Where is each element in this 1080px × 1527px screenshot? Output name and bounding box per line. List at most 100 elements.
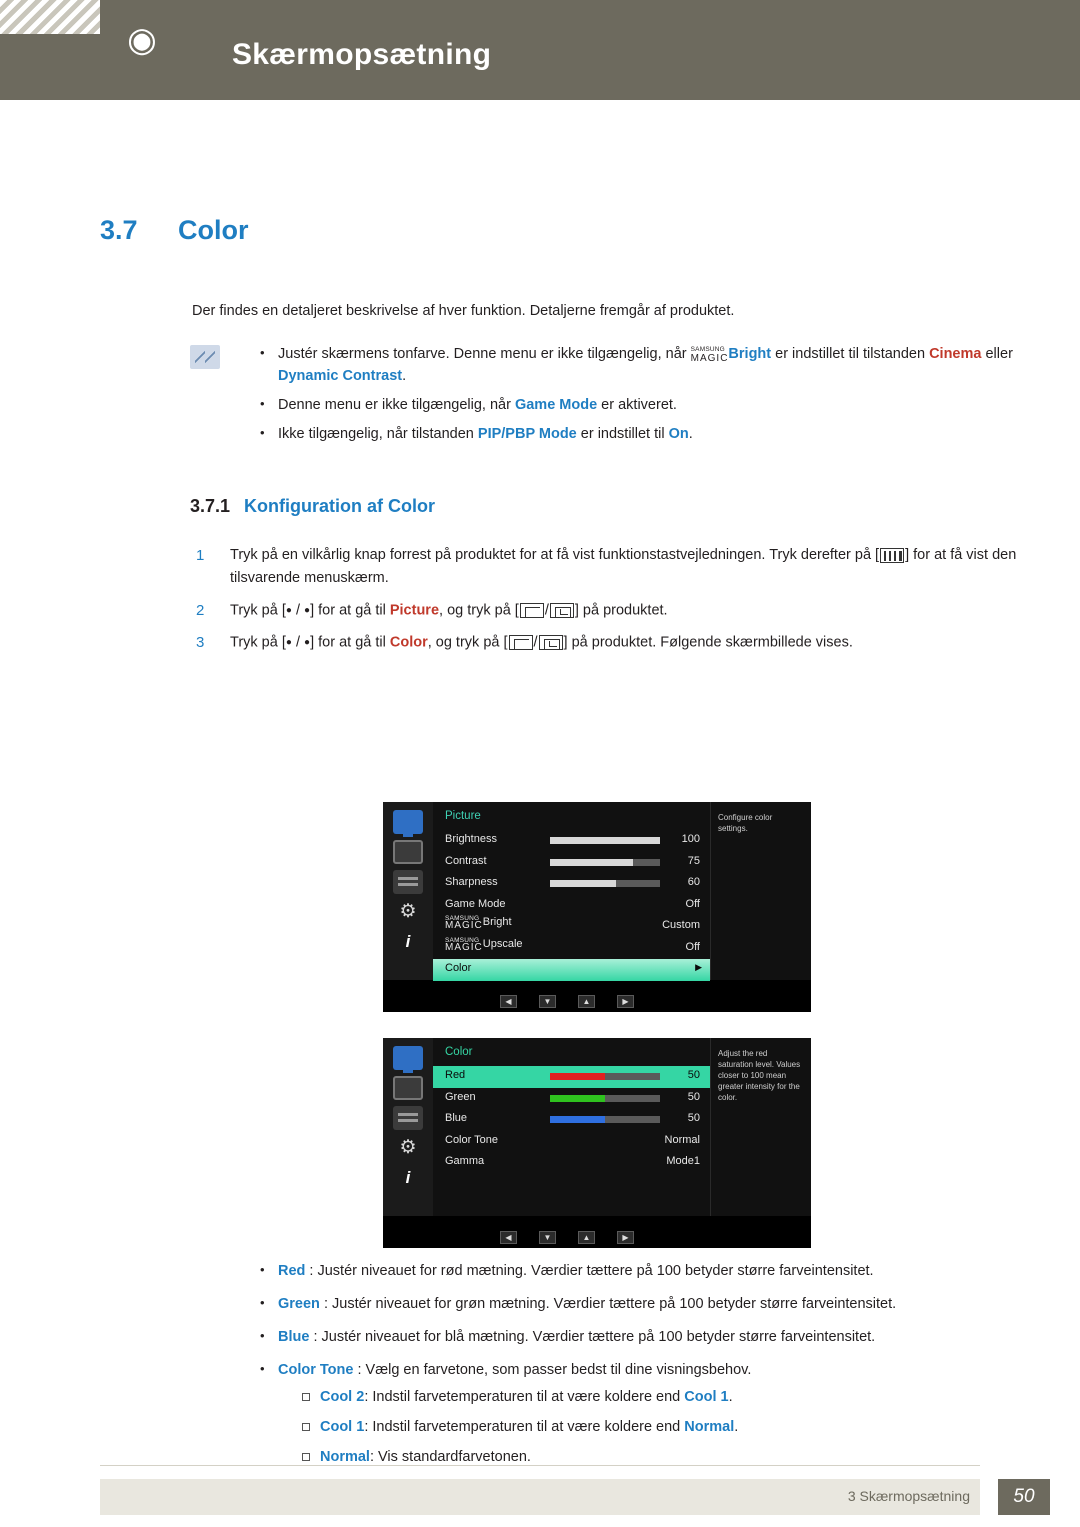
magic-label: MAGIC	[445, 941, 483, 953]
osd-label-text: Upscale	[482, 937, 523, 950]
osd-nav-down[interactable]: ▼	[539, 994, 556, 1008]
osd-value: Normal	[664, 1133, 700, 1146]
osd-row-brightness[interactable]: Brightness 100	[433, 830, 710, 852]
steps-list: Tryk på en vilkårlig knap forrest på pro…	[190, 544, 1020, 664]
osd-picture-icon[interactable]	[393, 1046, 423, 1073]
osd-help-text: Configure color settings.	[710, 802, 811, 980]
osd-system-gear-icon[interactable]: ⚙	[393, 900, 423, 924]
osd-bar[interactable]	[550, 1073, 660, 1080]
osd-information-icon[interactable]: i	[393, 930, 423, 954]
back-key-icon	[519, 603, 544, 618]
osd-bar[interactable]	[550, 837, 660, 844]
step-text-c: , og tryk på [	[427, 634, 508, 651]
note-item: Justér skærmens tonfarve. Denne menu er …	[236, 342, 1036, 387]
description-item-green: Green : Justér niveauet for grøn mætning…	[236, 1292, 1036, 1315]
samsung-superscript: SAMSUNG	[690, 345, 725, 353]
osd-label: Blue	[445, 1112, 468, 1124]
description-text: : Justér niveauet for rød mætning. Værdi…	[305, 1263, 874, 1279]
keyword-picture: Picture	[389, 602, 440, 619]
osd-nav-left[interactable]: ◀	[500, 994, 517, 1008]
step-text-b: ] for at gå til	[310, 602, 390, 619]
osd-bar[interactable]	[550, 1116, 660, 1123]
osd-onscreen-display-icon[interactable]	[393, 870, 423, 894]
osd-label: Contrast	[445, 854, 487, 867]
osd-label: Sharpness	[445, 876, 498, 888]
osd-pip-icon[interactable]	[393, 1076, 423, 1100]
osd-color-menu: Color Red 50 Green 50 Blue 50 Color Tone…	[433, 1038, 710, 1216]
note-text-pre: Denne menu er ikke tilgængelig, når	[278, 397, 515, 413]
osd-row-color-tone[interactable]: Color Tone Normal	[433, 1131, 710, 1153]
option-keyword: Cool 2	[320, 1389, 365, 1405]
note-item: Denne menu er ikke tilgængelig, når Game…	[236, 393, 1036, 416]
osd-row-magicupscale[interactable]: SAMSUNG MAGIC Upscale Off	[433, 937, 710, 960]
keyword-cinema: Cinema	[929, 346, 982, 362]
osd-row-contrast[interactable]: Contrast 75	[433, 852, 710, 874]
subsection-number: 3.7.1	[190, 496, 231, 516]
note-text-end: .	[402, 368, 407, 384]
enter-key-icon	[538, 635, 563, 651]
subsection-heading: 3.7.1 Konfiguration af Color	[190, 496, 435, 517]
note-text-mid: er indstillet til tilstanden	[771, 346, 930, 362]
osd-row-color-selected[interactable]: Color ▶	[433, 959, 710, 981]
osd-nav-right[interactable]: ▶	[617, 994, 634, 1008]
monitor-icon: ◉	[127, 21, 157, 59]
dot-key-icon: ●	[285, 605, 292, 616]
osd-nav-left[interactable]: ◀	[500, 1230, 517, 1244]
osd-bar[interactable]	[550, 858, 660, 866]
osd-bar[interactable]	[550, 1094, 660, 1102]
osd-value: 50	[687, 1112, 700, 1124]
enter-key-icon	[549, 603, 574, 618]
osd-row-blue[interactable]: Blue 50	[433, 1109, 710, 1131]
osd-value: 75	[687, 854, 700, 867]
description-item-blue: Blue : Justér niveauet for blå mætning. …	[236, 1325, 1036, 1348]
osd-label: Green	[445, 1090, 476, 1103]
osd-value: Off	[685, 940, 700, 953]
osd-row-magicbright[interactable]: SAMSUNG MAGIC Bright Custom	[433, 915, 710, 938]
osd-system-gear-icon[interactable]: ⚙	[393, 1136, 423, 1160]
osd-nav-up[interactable]: ▲	[578, 1230, 595, 1244]
keyword-green: Green	[278, 1296, 320, 1312]
notes-block: Justér skærmens tonfarve. Denne menu er …	[236, 342, 1036, 452]
keyword-on: On	[668, 426, 689, 442]
description-text: : Vælg en farvetone, som passer bedst ti…	[353, 1362, 752, 1378]
osd-row-red[interactable]: Red 50	[433, 1066, 710, 1088]
section-title: Color	[178, 215, 249, 245]
osd-row-green[interactable]: Green 50	[433, 1088, 710, 1110]
note-text-pre: Justér skærmens tonfarve. Denne menu er …	[278, 346, 691, 362]
keyword-dynamic-contrast: Dynamic Contrast	[278, 368, 403, 384]
osd-label: Gamma	[445, 1155, 485, 1167]
section-heading: 3.7 Color	[100, 215, 900, 246]
osd-label: Brightness	[445, 833, 497, 845]
magic-label: MAGIC	[690, 352, 729, 364]
keyword-blue: Blue	[278, 1329, 310, 1345]
osd-sidebar: ⚙ i	[383, 802, 433, 980]
osd-row-sharpness[interactable]: Sharpness 60	[433, 873, 710, 895]
osd-information-icon[interactable]: i	[393, 1166, 423, 1190]
osd-navigation-bar: ◀ ▼ ▲ ▶	[383, 990, 811, 1012]
note-text-pre: Ikke tilgængelig, når tilstanden	[278, 426, 478, 442]
option-keyword: Cool 1	[320, 1419, 365, 1435]
back-key-icon	[508, 635, 533, 651]
step-text-d: ] på produktet. Følgende skærmbillede vi…	[563, 634, 853, 651]
footer-divider	[100, 1465, 980, 1466]
osd-nav-down[interactable]: ▼	[539, 1230, 556, 1244]
osd-row-gamma[interactable]: Gamma Mode1	[433, 1152, 710, 1174]
osd-onscreen-display-icon[interactable]	[393, 1106, 423, 1130]
osd-row-game-mode[interactable]: Game Mode Off	[433, 895, 710, 917]
osd-label: Game Mode	[445, 897, 506, 910]
note-text-mid2: eller	[981, 346, 1013, 362]
osd-nav-up[interactable]: ▲	[578, 994, 595, 1008]
page-footer: 3 Skærmopsætning 50	[0, 1457, 1080, 1527]
osd-nav-right[interactable]: ▶	[617, 1230, 634, 1244]
step-text-c: , og tryk på [	[439, 602, 519, 619]
osd-menu-title: Color	[445, 1046, 473, 1058]
osd-value: Mode1	[666, 1155, 700, 1167]
keyword-bright: Bright	[728, 346, 772, 362]
note-item: Ikke tilgængelig, når tilstanden PIP/PBP…	[236, 422, 1036, 445]
osd-picture-menu: Picture Brightness 100 Contrast 75 Sharp…	[433, 802, 710, 981]
osd-picture-icon[interactable]	[393, 810, 423, 837]
osd-value: Custom	[662, 919, 700, 931]
description-text: : Justér niveauet for grøn mætning. Værd…	[319, 1296, 897, 1312]
osd-bar[interactable]	[550, 880, 660, 887]
osd-pip-icon[interactable]	[393, 840, 423, 864]
